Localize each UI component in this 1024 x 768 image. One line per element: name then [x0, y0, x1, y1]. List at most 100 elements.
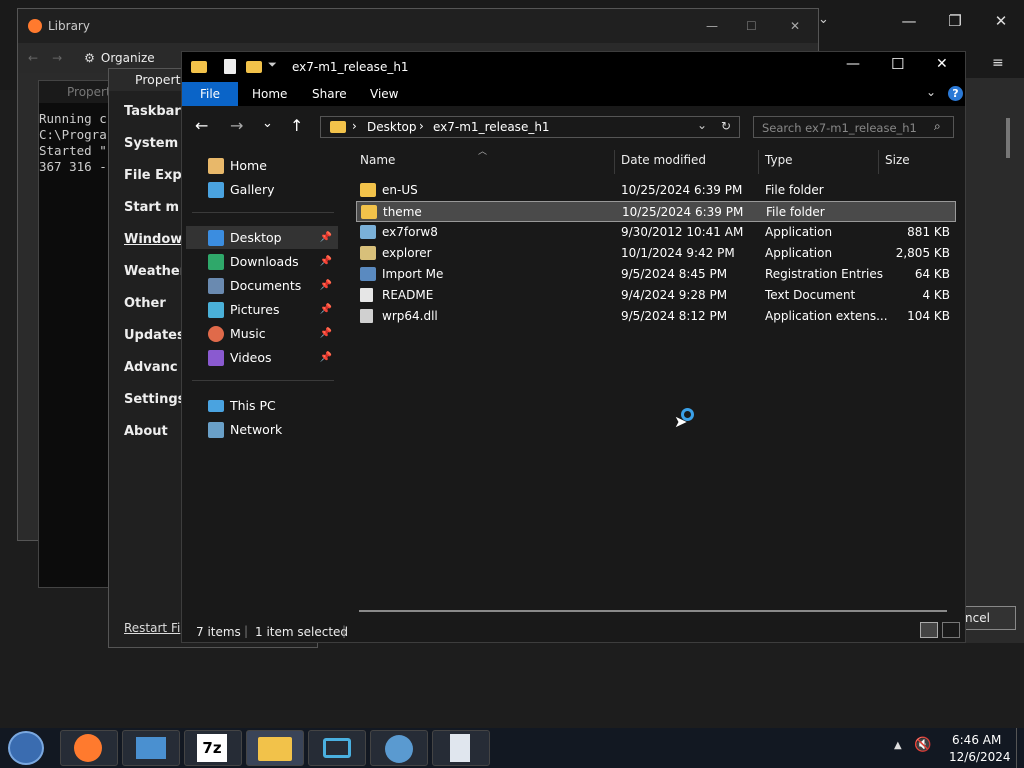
close-button[interactable]: ✕: [978, 6, 1024, 36]
minimize-button[interactable]: —: [846, 56, 860, 72]
properties-item[interactable]: Taskbar: [124, 104, 181, 119]
file-row[interactable]: README 9/4/2024 9:28 PM Text Document 4 …: [356, 285, 956, 306]
maximize-button[interactable]: ☐: [891, 55, 904, 73]
back-arrow-icon[interactable]: ←: [195, 116, 208, 135]
properties-item[interactable]: File Exp: [124, 168, 182, 183]
properties-quick-icon[interactable]: [224, 59, 236, 74]
pin-icon[interactable]: 📌: [320, 352, 332, 363]
file-name: explorer: [382, 246, 432, 260]
taskbar-file-explorer[interactable]: [246, 730, 304, 766]
clock-date[interactable]: 12/6/2024: [949, 750, 1011, 764]
address-bar[interactable]: › Desktop › ex7-m1_release_h1 ⌄ ↻: [320, 116, 740, 138]
nav-pictures[interactable]: Pictures 📌: [186, 298, 338, 321]
restart-link[interactable]: Restart Fi: [124, 621, 180, 635]
up-arrow-icon[interactable]: ↑: [290, 116, 303, 135]
help-icon[interactable]: ?: [948, 86, 963, 101]
nav-network[interactable]: Network: [186, 418, 338, 441]
file-row-selected[interactable]: theme 10/25/2024 6:39 PM File folder: [356, 201, 956, 222]
breadcrumb-current[interactable]: ex7-m1_release_h1: [433, 120, 550, 134]
taskbar-firefox[interactable]: [60, 730, 118, 766]
address-folder-icon: [330, 121, 346, 133]
volume-muted-icon[interactable]: 🔇: [914, 737, 931, 753]
column-name[interactable]: Name: [360, 153, 395, 171]
organize-button[interactable]: Organize: [101, 51, 155, 65]
pin-icon[interactable]: 📌: [320, 328, 332, 339]
taskbar-7zip[interactable]: 7z: [184, 730, 242, 766]
pointer-icon: ➤: [674, 412, 688, 431]
clock-time[interactable]: 6:46 AM: [952, 733, 1001, 747]
nav-documents[interactable]: Documents 📌: [186, 274, 338, 297]
forward-arrow-icon[interactable]: →: [52, 51, 62, 65]
item-count: 7 items: [196, 625, 241, 639]
column-date[interactable]: Date modified: [621, 153, 706, 171]
nav-label: Documents: [230, 278, 302, 293]
restore-button[interactable]: ❐: [932, 6, 978, 36]
cancel-button[interactable]: ncel: [958, 606, 1016, 630]
taskbar-photos[interactable]: [122, 730, 180, 766]
nav-music[interactable]: Music 📌: [186, 322, 338, 345]
tray-expand-icon[interactable]: ▲: [894, 740, 902, 751]
taskbar-media[interactable]: [370, 730, 428, 766]
properties-item[interactable]: Other: [124, 296, 166, 311]
horizontal-scrollbar[interactable]: [359, 610, 947, 612]
close-button[interactable]: ✕: [936, 56, 948, 72]
new-folder-quick-icon[interactable]: [246, 61, 262, 73]
file-row[interactable]: Import Me 9/5/2024 8:45 PM Registration …: [356, 264, 956, 285]
column-size[interactable]: Size: [885, 153, 910, 171]
show-desktop-button[interactable]: [1016, 728, 1024, 768]
properties-item[interactable]: Start m: [124, 200, 179, 215]
pin-icon[interactable]: 📌: [320, 304, 332, 315]
nav-desktop[interactable]: Desktop 📌: [186, 226, 338, 249]
tab-view[interactable]: View: [358, 82, 410, 106]
properties-item[interactable]: About: [124, 424, 168, 439]
nav-home[interactable]: Home: [186, 154, 338, 177]
taskbar-properties[interactable]: [432, 730, 490, 766]
nav-videos[interactable]: Videos 📌: [186, 346, 338, 369]
menu-icon[interactable]: ≡: [992, 55, 1004, 71]
tab-share[interactable]: Share: [300, 82, 359, 106]
file-name: README: [382, 288, 434, 302]
properties-item[interactable]: Advanc: [124, 360, 178, 375]
minimize-button[interactable]: —: [886, 6, 932, 36]
scrollbar[interactable]: [1006, 118, 1010, 158]
file-date: 10/1/2024 9:42 PM: [621, 246, 735, 260]
forward-arrow-icon[interactable]: →: [230, 116, 243, 135]
breadcrumb-desktop[interactable]: Desktop: [367, 120, 417, 134]
console-line: C:\Progra: [39, 127, 107, 142]
properties-item-selected[interactable]: Window: [124, 232, 182, 247]
pin-icon[interactable]: 📌: [320, 256, 332, 267]
properties-item[interactable]: Settings: [124, 392, 185, 407]
nav-label: Home: [230, 158, 267, 173]
pin-icon[interactable]: 📌: [320, 232, 332, 243]
recent-chevron-icon[interactable]: ⌄: [262, 116, 273, 131]
pin-icon[interactable]: 📌: [320, 280, 332, 291]
back-arrow-icon[interactable]: ←: [28, 51, 38, 65]
start-button[interactable]: [8, 731, 44, 765]
column-type[interactable]: Type: [765, 153, 793, 171]
properties-item[interactable]: Updates: [124, 328, 185, 343]
properties-item[interactable]: Weather: [124, 264, 186, 279]
library-maximize-button[interactable]: ☐: [746, 19, 757, 33]
tab-file[interactable]: File: [182, 82, 238, 106]
firefox-tab-chevron-icon[interactable]: ⌄: [818, 12, 829, 27]
ribbon-expand-icon[interactable]: ⌄: [926, 85, 936, 99]
tab-home[interactable]: Home: [240, 82, 299, 106]
refresh-icon[interactable]: ↻: [721, 119, 731, 133]
chevron-down-icon[interactable]: ⏷: [268, 58, 277, 72]
library-minimize-button[interactable]: —: [706, 19, 718, 33]
file-row[interactable]: explorer 10/1/2024 9:42 PM Application 2…: [356, 243, 956, 264]
address-history-icon[interactable]: ⌄: [697, 118, 707, 132]
file-date: 10/25/2024 6:39 PM: [622, 205, 744, 219]
taskbar-app[interactable]: [308, 730, 366, 766]
file-row[interactable]: en-US 10/25/2024 6:39 PM File folder: [356, 180, 956, 201]
nav-downloads[interactable]: Downloads 📌: [186, 250, 338, 273]
details-view-icon[interactable]: [920, 622, 938, 638]
search-input[interactable]: Search ex7-m1_release_h1 ⌕: [753, 116, 954, 138]
nav-this-pc[interactable]: This PC: [186, 394, 338, 417]
large-icons-view-icon[interactable]: [942, 622, 960, 638]
properties-item[interactable]: System: [124, 136, 178, 151]
library-close-button[interactable]: ✕: [790, 19, 800, 33]
file-row[interactable]: ex7forw8 9/30/2012 10:41 AM Application …: [356, 222, 956, 243]
file-row[interactable]: wrp64.dll 9/5/2024 8:12 PM Application e…: [356, 306, 956, 327]
nav-gallery[interactable]: Gallery: [186, 178, 338, 201]
